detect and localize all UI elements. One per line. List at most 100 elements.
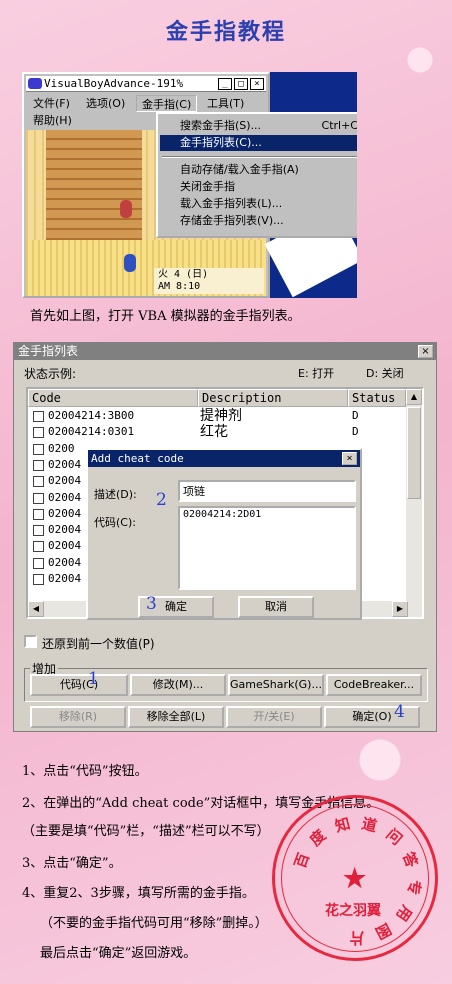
step-marker-3: 3	[146, 594, 157, 614]
table-row[interactable]: 02004214:3B00 提神剂 D	[30, 408, 410, 424]
game-clock: 火 4 (日) AM 8:10	[154, 268, 264, 294]
description-label: 描述(D):	[94, 488, 137, 501]
step-final: 最后点击“确定”返回游戏。	[40, 946, 197, 961]
caption-step0: 首先如上图，打开 VBA 模拟器的金手指列表。	[30, 309, 301, 324]
vba-window-title: VisualBoyAdvance-191%	[44, 77, 184, 90]
vertical-scrollbar[interactable]: ▲	[406, 389, 422, 617]
cheat-list-title-bar: 金手指列表 ×	[14, 343, 436, 360]
row-description: 红花	[200, 424, 228, 441]
row-code: 02004	[48, 457, 82, 471]
codebreaker-button[interactable]: CodeBreaker...	[326, 674, 422, 696]
gameshark-button[interactable]: GameShark(G)...	[228, 674, 324, 696]
cheat-list-title: 金手指列表	[18, 344, 79, 358]
scroll-left-icon[interactable]: ◀	[28, 601, 44, 617]
app-icon	[28, 78, 42, 89]
column-header-code[interactable]: Code	[28, 389, 198, 407]
scroll-thumb[interactable]	[407, 407, 421, 499]
menu-options[interactable]: 选项(O)	[81, 95, 130, 112]
maximize-icon[interactable]: □	[234, 78, 248, 90]
remove-all-button[interactable]: 移除全部(L)	[128, 706, 224, 728]
description-input[interactable]: 项链	[178, 480, 356, 502]
row-code: 02004	[48, 523, 82, 537]
code-label: 代码(C):	[94, 516, 136, 529]
toggle-button[interactable]: 开/关(E)	[226, 706, 322, 728]
add-cancel-button[interactable]: 取消	[238, 596, 314, 618]
menu-file[interactable]: 文件(F)	[28, 95, 75, 112]
row-checkbox[interactable]	[33, 541, 44, 553]
row-checkbox[interactable]	[33, 459, 44, 471]
clock-day: 火 4 (日)	[158, 269, 209, 280]
seal-stamp: 百度知道问答专用图片 ★ 花之羽翼	[272, 795, 438, 961]
add-cheat-title-bar: Add cheat code ×	[88, 450, 360, 467]
seal-ring-char: 片	[349, 929, 365, 947]
code-button[interactable]: 代码(C)	[30, 674, 128, 696]
clock-time: AM 8:10	[158, 281, 201, 292]
menu-item-search-cheat[interactable]: 搜索金手指(S)... Ctrl+C	[160, 118, 357, 134]
modify-button[interactable]: 修改(M)...	[130, 674, 226, 696]
star-icon: ★	[343, 864, 367, 894]
status-example-label: 状态示例:	[24, 367, 77, 381]
row-checkbox[interactable]	[33, 508, 44, 520]
seal-center-text: 花之羽翼	[325, 903, 381, 919]
page-title: 金手指教程	[165, 19, 286, 45]
code-input[interactable]: 02004214:2D01	[178, 506, 356, 590]
column-header-description[interactable]: Description	[198, 389, 348, 407]
menu-separator	[162, 156, 357, 158]
add-cheat-title: Add cheat code	[91, 452, 184, 465]
step-marker-4: 4	[394, 702, 405, 722]
row-checkbox[interactable]	[33, 476, 44, 488]
row-code: 02004	[48, 506, 82, 520]
row-status: D	[352, 425, 359, 439]
vba-screenshot: VisualBoyAdvance-191% _ □ × 文件(F) 选项(O) …	[22, 72, 357, 298]
menu-cheats[interactable]: 金手指(C)	[136, 95, 198, 112]
row-code: 02004	[48, 474, 82, 488]
row-code: 02004	[48, 555, 82, 569]
menu-item-auto-save-cheat[interactable]: 自动存储/载入金手指(A)	[160, 162, 357, 178]
table-row[interactable]: 02004214:0301 红花 D	[30, 424, 410, 440]
step-4: 4、重复2、3步骤，填写所需的金手指。	[22, 886, 255, 901]
cheats-dropdown: 搜索金手指(S)... Ctrl+C 金手指列表(C)... 自动存储/载入金手指…	[156, 112, 357, 238]
step-marker-2: 2	[156, 490, 167, 510]
add-cheat-dialog: Add cheat code × 描述(D): 项链 代码(C): 020042…	[86, 448, 362, 620]
legend-off: D: 关闭	[366, 367, 404, 380]
remove-button[interactable]: 移除(R)	[30, 706, 126, 728]
menu-item-save-cheat-list[interactable]: 存储金手指列表(V)...	[160, 213, 357, 229]
row-description: 提神剂	[200, 408, 242, 424]
character-sprite	[120, 200, 132, 218]
ok-button[interactable]: 确定(O)	[324, 706, 420, 728]
row-checkbox[interactable]	[33, 411, 44, 422]
menu-tools[interactable]: 工具(T)	[202, 95, 249, 112]
step-4-note: （不要的金手指代码可用“移除”删掉。）	[40, 916, 268, 931]
step-3: 3、点击“确定”。	[22, 856, 122, 871]
step-2-note: （主要是填“代码”栏，“描述”栏可以不写）	[22, 824, 270, 839]
scroll-up-icon[interactable]: ▲	[406, 389, 422, 405]
close-icon[interactable]: ×	[342, 452, 357, 465]
menu-help[interactable]: 帮助(H)	[28, 112, 77, 129]
minimize-icon[interactable]: _	[218, 78, 232, 90]
scroll-right-icon[interactable]: ▶	[392, 601, 408, 617]
row-checkbox[interactable]	[33, 427, 44, 439]
character-sprite	[124, 254, 136, 272]
row-code: 02004214:0301	[48, 425, 135, 439]
step-marker-1: 1	[88, 669, 99, 689]
close-icon[interactable]: ×	[418, 345, 433, 358]
row-checkbox[interactable]	[33, 443, 44, 455]
vba-title-bar: VisualBoyAdvance-191% _ □ ×	[26, 76, 266, 92]
menu-item-cheat-list[interactable]: 金手指列表(C)...	[160, 135, 357, 151]
row-checkbox[interactable]	[33, 525, 44, 537]
menu-item-load-cheat-list[interactable]: 载入金手指列表(L)...	[160, 196, 357, 212]
row-status: D	[352, 409, 359, 422]
row-code: 02004	[48, 539, 82, 553]
restore-checkbox[interactable]	[24, 635, 37, 648]
seal-ring-char: 专	[403, 878, 424, 896]
restore-label: 还原到前一个数值(P)	[42, 637, 155, 651]
row-code: 02004	[48, 490, 82, 504]
close-icon[interactable]: ×	[250, 78, 264, 90]
row-checkbox[interactable]	[33, 574, 44, 585]
row-code: 0200	[48, 441, 75, 455]
menu-item-disable-cheat[interactable]: 关闭金手指	[160, 179, 357, 195]
column-header-status[interactable]: Status	[348, 389, 406, 407]
row-checkbox[interactable]	[33, 557, 44, 569]
row-checkbox[interactable]	[33, 492, 44, 504]
step-1: 1、点击“代码”按钮。	[22, 764, 148, 779]
